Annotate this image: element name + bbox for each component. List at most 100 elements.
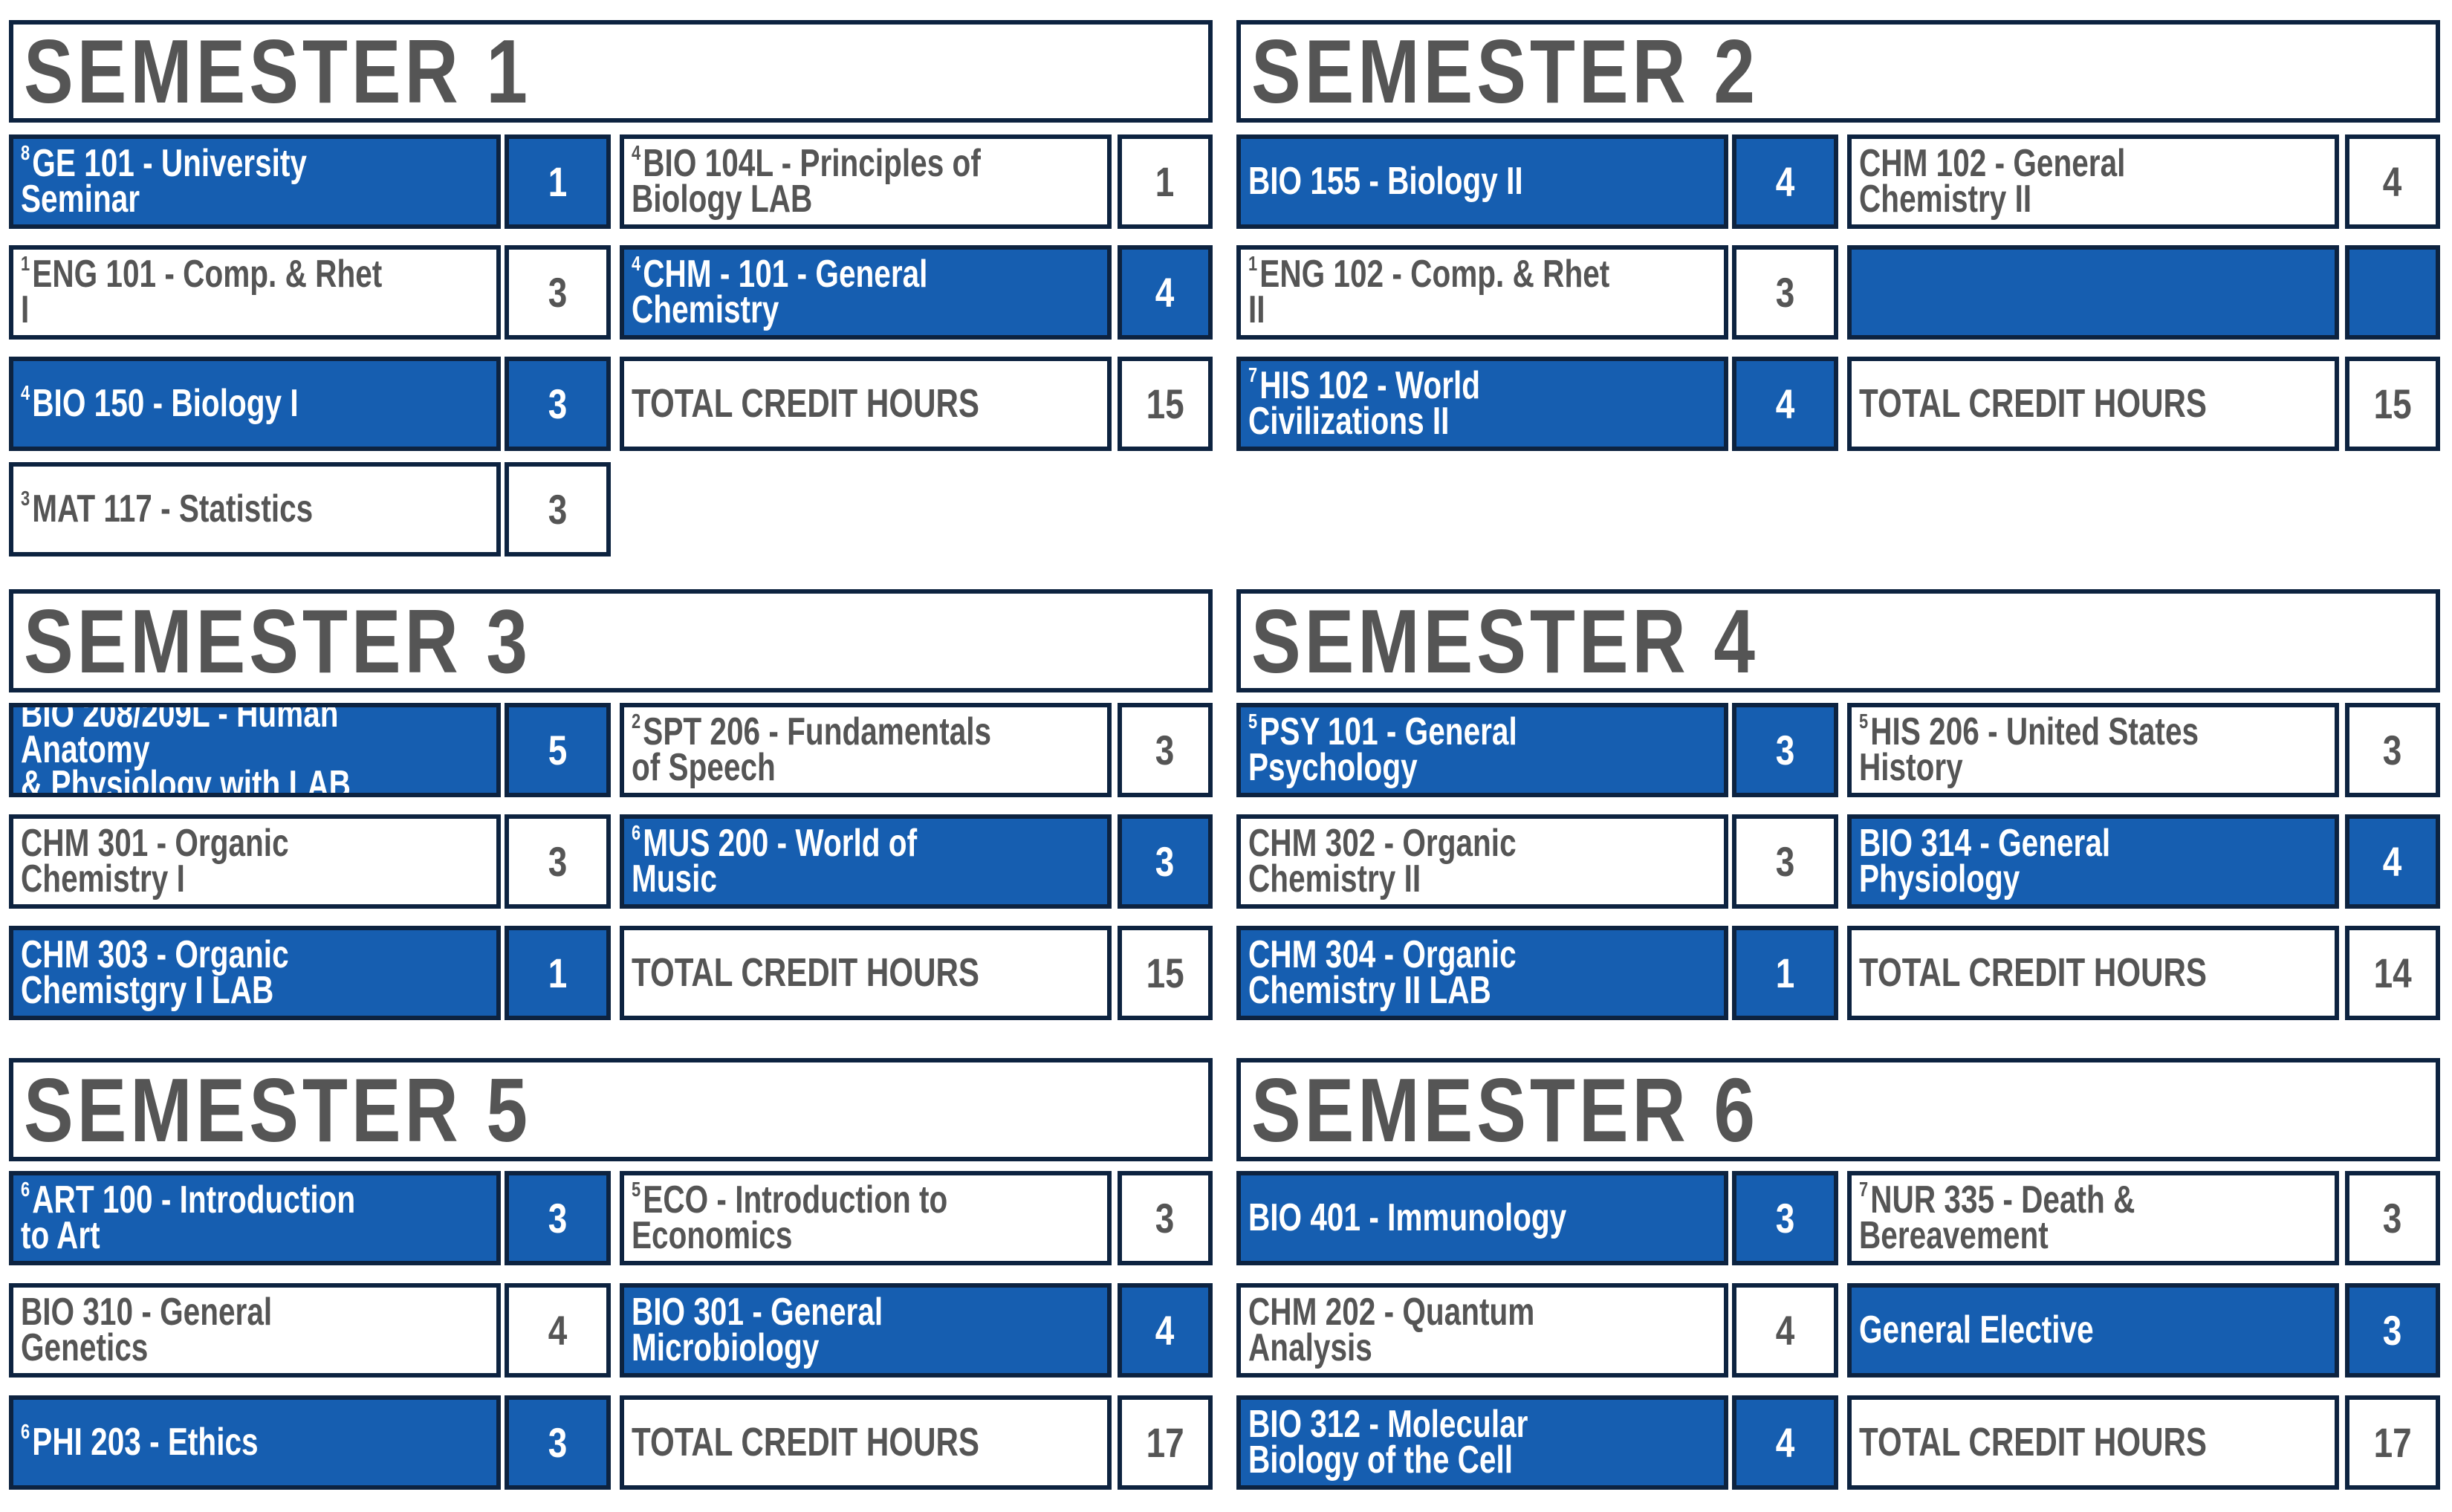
credit-hours-cell: 4 — [1732, 357, 1838, 451]
credit-hours-cell: 4 — [1118, 245, 1213, 340]
credit-hours-value: 3 — [548, 838, 568, 885]
course-title: BIO 401 - Immunology — [1248, 1195, 1567, 1239]
credit-hours-value: 3 — [1775, 838, 1795, 885]
semester-header: SEMESTER 5 — [9, 1058, 1213, 1161]
course-name: 7HIS 102 - World Civilizations II — [1248, 364, 1613, 440]
footnote-marker: 6 — [21, 1419, 30, 1443]
semester-header: SEMESTER 4 — [1236, 589, 2440, 692]
semester-title: SEMESTER 6 — [1251, 1059, 1759, 1161]
total-credit-hours-label: TOTAL CREDIT HOURS — [1847, 1395, 2339, 1490]
credit-hours-cell: 3 — [1732, 814, 1838, 909]
footnote-marker: 1 — [1248, 251, 1258, 275]
course-title: BIO 150 - Biology I — [32, 381, 299, 425]
credit-hours-cell: 3 — [2345, 1171, 2440, 1265]
course-name: General Elective — [1859, 1311, 2224, 1349]
credit-hours-value: 3 — [1775, 269, 1795, 316]
course-title: BIO 155 - Biology II — [1248, 159, 1523, 203]
course-name: CHM 202 - Quantum Analysis — [1248, 1293, 1613, 1367]
credit-hours-value: 4 — [1775, 158, 1795, 205]
semester-title: SEMESTER 2 — [1251, 21, 1759, 122]
course-title: BIO 208/209L - Human Anatomy & Physiolog… — [21, 703, 351, 797]
credit-hours-value: 15 — [1146, 380, 1184, 427]
credit-hours-cell: 3 — [2345, 703, 2440, 797]
course-cell: 5ECO - Introduction to Economics — [620, 1171, 1112, 1265]
credit-hours-value: 3 — [548, 380, 568, 427]
total-credit-hours-value: 17 — [1118, 1395, 1213, 1490]
course-title: NUR 335 - Death & Bereavement — [1859, 1178, 2135, 1257]
credit-hours-value: 15 — [1146, 950, 1184, 996]
semester-header: SEMESTER 6 — [1236, 1058, 2440, 1161]
credit-hours-value: 4 — [2383, 838, 2402, 885]
credit-hours-value: 4 — [1155, 1307, 1175, 1354]
credit-hours-cell: 3 — [1732, 245, 1838, 340]
footnote-marker: 6 — [21, 1177, 30, 1201]
footnote-marker: 6 — [632, 820, 641, 844]
credit-hours-cell: 4 — [1732, 134, 1838, 229]
credit-hours-value: 3 — [1155, 1195, 1175, 1242]
course-name: BIO 155 - Biology II — [1248, 162, 1613, 201]
credit-hours-cell: 3 — [1732, 1171, 1838, 1265]
course-title: BIO 312 - Molecular Biology of the Cell — [1248, 1402, 1528, 1482]
course-name: BIO 312 - Molecular Biology of the Cell — [1248, 1405, 1613, 1479]
credit-hours-value: 3 — [2383, 1307, 2402, 1354]
credit-hours-value: 3 — [1155, 838, 1175, 885]
course-name: 5ECO - Introduction to Economics — [632, 1178, 996, 1254]
semester-header: SEMESTER 3 — [9, 589, 1213, 692]
course-cell: CHM 301 - Organic Chemistry I — [9, 814, 501, 909]
credit-hours-cell: 3 — [1118, 703, 1213, 797]
course-title: ART 100 - Introduction to Art — [21, 1178, 356, 1257]
semester-title: SEMESTER 3 — [24, 590, 531, 692]
course-name: 5PSY 101 - General Psychology — [1248, 710, 1613, 786]
semester-title: SEMESTER 4 — [1251, 590, 1759, 692]
credit-hours-cell: 3 — [505, 245, 611, 340]
credit-hours-cell: 4 — [1732, 1395, 1838, 1490]
course-name: 5HIS 206 - United States History — [1859, 710, 2224, 786]
course-title: General Elective — [1859, 1308, 2094, 1352]
credit-hours-value: 3 — [1775, 727, 1795, 773]
credit-hours-value: 1 — [1775, 950, 1795, 996]
footnote-marker: 8 — [21, 140, 30, 164]
total-credit-hours-label: TOTAL CREDIT HOURS — [1847, 357, 2339, 451]
footnote-marker: 4 — [632, 251, 641, 275]
course-cell: 2SPT 206 - Fundamentals of Speech — [620, 703, 1112, 797]
credit-hours-cell — [2345, 245, 2440, 340]
course-name: 1ENG 102 - Comp. & Rhet II — [1248, 253, 1613, 328]
course-cell: 3MAT 117 - Statistics — [9, 462, 501, 557]
footnote-marker: 4 — [21, 380, 30, 404]
credit-hours-cell: 3 — [505, 462, 611, 557]
credit-hours-cell: 3 — [2345, 1283, 2440, 1378]
course-name: CHM 304 - Organic Chemistry II LAB — [1248, 935, 1613, 1010]
credit-hours-cell: 3 — [1118, 814, 1213, 909]
course-name: CHM 302 - Organic Chemistry II — [1248, 824, 1613, 898]
credit-hours-cell: 4 — [505, 1283, 611, 1378]
course-name: CHM 301 - Organic Chemistry I — [21, 824, 386, 898]
course-cell — [1847, 245, 2339, 340]
course-name: 6ART 100 - Introduction to Art — [21, 1178, 386, 1254]
credit-hours-cell: 3 — [505, 1171, 611, 1265]
credit-hours-value: 3 — [2383, 1195, 2402, 1242]
total-credit-hours-value: 15 — [1118, 357, 1213, 451]
total-credit-hours-label: TOTAL CREDIT HOURS — [1847, 926, 2339, 1020]
course-title: SPT 206 - Fundamentals of Speech — [632, 710, 992, 789]
semester-header: SEMESTER 1 — [9, 20, 1213, 123]
credit-hours-cell: 4 — [1732, 1283, 1838, 1378]
course-name: BIO 301 - General Microbiology — [632, 1293, 996, 1367]
course-cell: BIO 155 - Biology II — [1236, 134, 1728, 229]
course-cell: CHM 302 - Organic Chemistry II — [1236, 814, 1728, 909]
course-cell: 4BIO 104L - Principles of Biology LAB — [620, 134, 1112, 229]
course-cell: CHM 303 - Organic Chemistgry I LAB — [9, 926, 501, 1020]
course-cell: 1ENG 102 - Comp. & Rhet II — [1236, 245, 1728, 340]
course-cell: BIO 314 - General Physiology — [1847, 814, 2339, 909]
course-title: HIS 102 - World Civilizations II — [1248, 363, 1481, 443]
credit-hours-cell: 3 — [1118, 1171, 1213, 1265]
credit-hours-value: 5 — [548, 727, 568, 773]
course-title: HIS 206 - United States History — [1859, 710, 2199, 789]
footnote-marker: 5 — [1248, 709, 1258, 733]
footnote-marker: 7 — [1248, 363, 1258, 386]
course-name: BIO 310 - General Genetics — [21, 1293, 386, 1367]
course-name: BIO 401 - Immunology — [1248, 1198, 1613, 1237]
course-title: BIO 314 - General Physiology — [1859, 821, 2111, 901]
credit-hours-value: 14 — [2373, 950, 2412, 996]
credit-hours-value: 15 — [2373, 380, 2412, 427]
course-name: BIO 208/209L - Human Anatomy & Physiolog… — [21, 703, 386, 797]
